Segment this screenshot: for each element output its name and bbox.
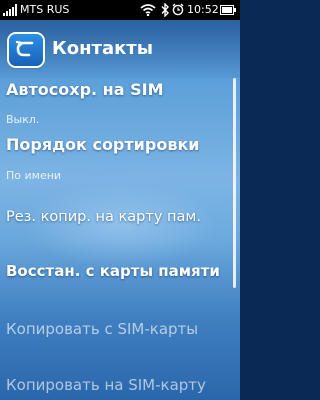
carrier-name: MTS RUS	[20, 3, 70, 16]
menu-item-sort-order[interactable]: Порядок сортировки	[6, 135, 200, 155]
bluetooth-icon	[161, 3, 169, 17]
alarm-icon	[172, 3, 184, 16]
menu-item-copy-from-sim[interactable]: Копировать с SIM-карты	[6, 319, 198, 339]
scrollbar[interactable]	[233, 78, 236, 288]
signal-icon	[3, 4, 17, 16]
menu-item-autosave-sim[interactable]: Автосохр. на SIM	[6, 80, 164, 100]
menu-item-restore-from-card[interactable]: Восстан. с карты памяти	[6, 261, 220, 281]
back-button[interactable]	[9, 34, 43, 66]
menu-item-backup-to-card[interactable]: Рез. копир. на карту пам.	[6, 207, 201, 227]
battery-icon	[220, 5, 236, 15]
page-title: Контакты	[52, 38, 154, 59]
back-arrow-icon	[15, 40, 34, 57]
wifi-icon	[140, 4, 156, 16]
menu-item-autosave-value: Выкл.	[6, 113, 40, 126]
menu-item-sort-order-value: По имени	[6, 169, 62, 182]
status-bar: MTS RUS 10:52	[0, 0, 240, 20]
screen: MTS RUS 10:52 Контакты Автосохр. на SIM …	[0, 0, 240, 400]
title-bar: Контакты	[0, 20, 240, 78]
menu-item-copy-to-sim[interactable]: Копировать на SIM-карту	[6, 375, 206, 395]
clock: 10:52	[187, 3, 219, 16]
